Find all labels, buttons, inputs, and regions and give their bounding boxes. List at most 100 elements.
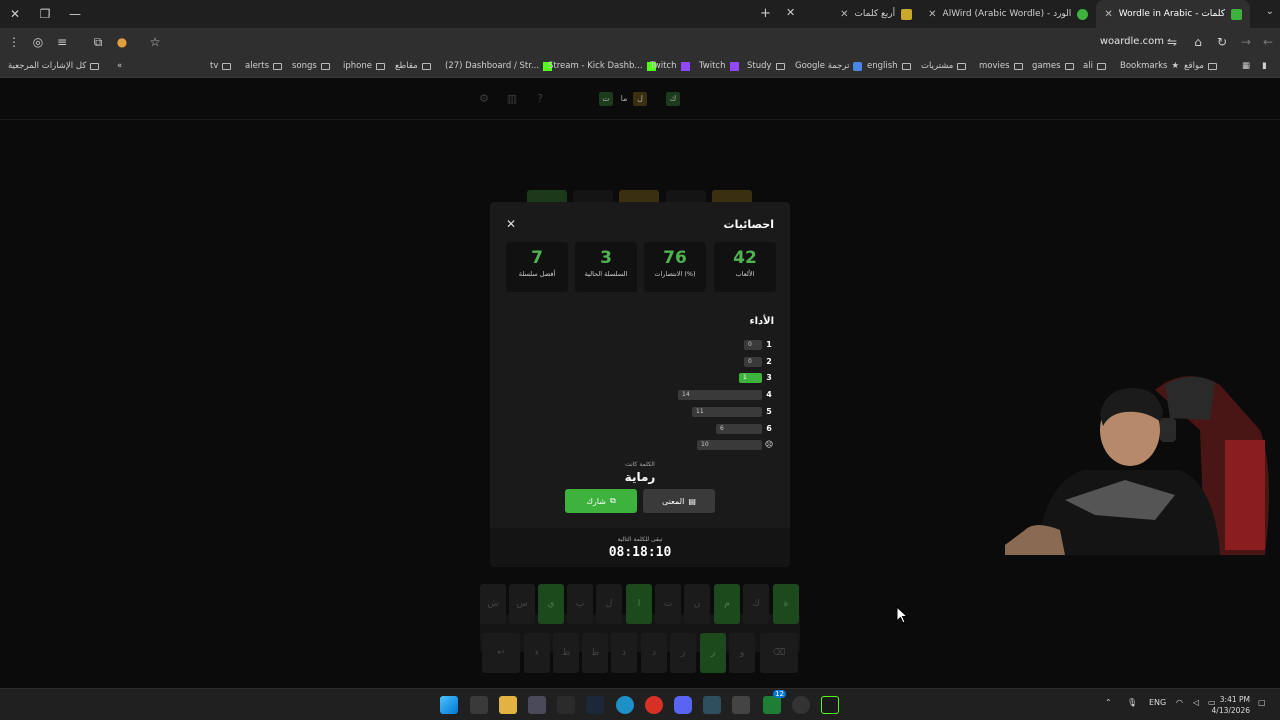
tab-close-icon[interactable]: ✕ [840,9,848,20]
bookmark-clips[interactable]: مقاطع [395,61,431,71]
minimize-window-icon[interactable]: — [60,0,90,28]
bookmark-google-translate[interactable]: Google ترجمة [795,61,863,71]
store-icon[interactable] [528,696,546,714]
site-settings-icon[interactable]: ⇋ [1164,34,1180,50]
distribution-bar: 10 [697,440,762,451]
key[interactable]: ز [670,633,696,673]
kick-app-icon[interactable] [821,696,839,714]
wifi-icon[interactable]: ◠ [1176,698,1183,707]
bookmark-all[interactable]: كل الإشارات المرجعية [8,61,100,71]
key[interactable]: ظ [553,633,579,673]
bookmark-alerts[interactable]: alerts [245,61,283,71]
notifications-icon[interactable]: ▢ [1258,698,1266,707]
bookmark-iphone[interactable]: iphone [343,61,385,71]
key[interactable]: م [714,584,740,624]
tab-alwird[interactable]: ✕ AlWird (Arabic Wordle) - الورد [920,0,1096,28]
key[interactable]: ر [700,633,726,673]
distribution-bar: 6 [716,423,762,434]
bookmark-star-icon[interactable]: ☆ [147,34,163,50]
key[interactable]: ت [655,584,681,624]
address-bar[interactable]: woardle.com [1100,36,1164,47]
key[interactable]: ن [684,584,710,624]
new-tab-icon[interactable]: + [760,6,771,21]
app-icon[interactable] [703,696,721,714]
bookmark-sites[interactable]: مواقع [1184,61,1217,71]
home-icon[interactable]: ⌂ [1190,34,1206,50]
bookmark-twitch-2[interactable]: Twitch [699,61,739,71]
chrome-icon[interactable] [645,696,663,714]
key[interactable]: ل [596,584,622,624]
close-window-icon[interactable]: ✕ [0,0,30,28]
profile-icon[interactable]: ◎ [30,34,46,50]
key[interactable]: س [509,584,535,624]
key[interactable]: ة [773,584,799,624]
clock-date: 4/13/2026 [1211,706,1250,715]
edge-icon[interactable] [616,696,634,714]
terminal-icon[interactable] [557,696,575,714]
system-clock[interactable]: 3:41 PM 4/13/2026 [1212,694,1250,716]
language-indicator[interactable]: ENG [1149,698,1166,707]
tray-overflow-icon[interactable]: ⌃ [1105,698,1112,707]
book-icon: ▤ [688,496,696,506]
reload-icon[interactable]: ↻ [1214,34,1230,50]
enter-key[interactable]: ↩ [482,633,520,673]
app-icon[interactable] [732,696,750,714]
stats-icon[interactable]: ▥ [505,92,519,106]
bookmark-movies[interactable]: movies [979,61,1023,71]
forward-icon[interactable]: → [1238,34,1254,50]
key[interactable]: ي [538,584,564,624]
restore-window-icon[interactable]: ❐ [30,0,60,28]
key[interactable]: ذ [611,633,637,673]
bookmark-study[interactable]: Study [747,61,785,71]
mic-icon[interactable]: 🎙 [1127,698,1137,707]
key[interactable]: ك [743,584,769,624]
obs-icon[interactable] [792,696,810,714]
tab-wordle-arabic[interactable]: ✕ Wordle in Arabic - كلمات [1096,0,1250,28]
key[interactable]: ط [582,633,608,673]
bookmark-ali[interactable]: ali [1083,61,1106,71]
windows-start-icon[interactable] [440,696,458,714]
bookmark-games[interactable]: games [1032,61,1074,71]
tab-arba-kalimat[interactable]: ✕ أربع كلمات [832,0,920,28]
bookmark-purchases[interactable]: مشتريات [921,61,967,71]
xbox-icon[interactable]: 12 [763,690,786,714]
apps-grid-icon[interactable]: ▦ [1242,61,1250,71]
tab-close-icon[interactable]: ✕ [786,6,795,19]
tab-close-icon[interactable]: ✕ [928,9,936,20]
bookmark-english[interactable]: english [867,61,911,71]
key[interactable]: ش [480,584,506,624]
menu-kebab-icon[interactable]: ⋮ [6,34,22,50]
task-view-icon[interactable] [470,696,488,714]
distribution-bar: 0 [744,340,762,350]
file-explorer-icon[interactable] [499,696,517,714]
tab-title: AlWird (Arabic Wordle) - الورد [942,9,1072,19]
tab-search-chevron-icon[interactable]: ⌄ [1266,6,1274,17]
key[interactable]: ء [524,633,550,673]
help-icon[interactable]: ? [533,92,547,106]
bookmark-tv[interactable]: tv [210,61,232,71]
bookmark-kick-stream[interactable]: Stream - Kick Dashb... [548,61,656,71]
backspace-key[interactable]: ⌫ [760,633,798,673]
bookmark-bookmarks[interactable]: Bookmarks ★ [1120,61,1179,71]
sidebar-icon[interactable]: ▮ [1262,61,1267,71]
share-button[interactable]: شارك ⧉ [565,489,637,513]
volume-icon[interactable]: ◁ [1193,698,1199,707]
bookmark-twitch-1[interactable]: Twitch [650,61,690,71]
discord-icon[interactable] [674,696,692,714]
bookmarks-overflow-icon[interactable]: « [117,61,122,71]
key[interactable]: ب [567,584,593,624]
bookmark-songs[interactable]: songs [292,61,330,71]
gear-icon[interactable]: ⚙ [477,92,491,106]
key[interactable]: ا [626,584,652,624]
extension-badge-icon[interactable]: ● [114,34,130,50]
steam-icon[interactable] [586,696,604,714]
extensions-icon[interactable]: ⧉ [90,34,106,50]
key[interactable]: و [729,633,755,673]
bookmark-dashboard[interactable]: (27) Dashboard / Str... [445,61,553,71]
close-icon[interactable]: ✕ [506,217,516,231]
key[interactable]: د [641,633,667,673]
reading-list-icon[interactable]: ≡ [54,34,70,50]
tab-close-icon[interactable]: ✕ [1104,9,1112,20]
back-icon[interactable]: ← [1260,34,1276,50]
meaning-button[interactable]: المعنى ▤ [643,489,715,513]
